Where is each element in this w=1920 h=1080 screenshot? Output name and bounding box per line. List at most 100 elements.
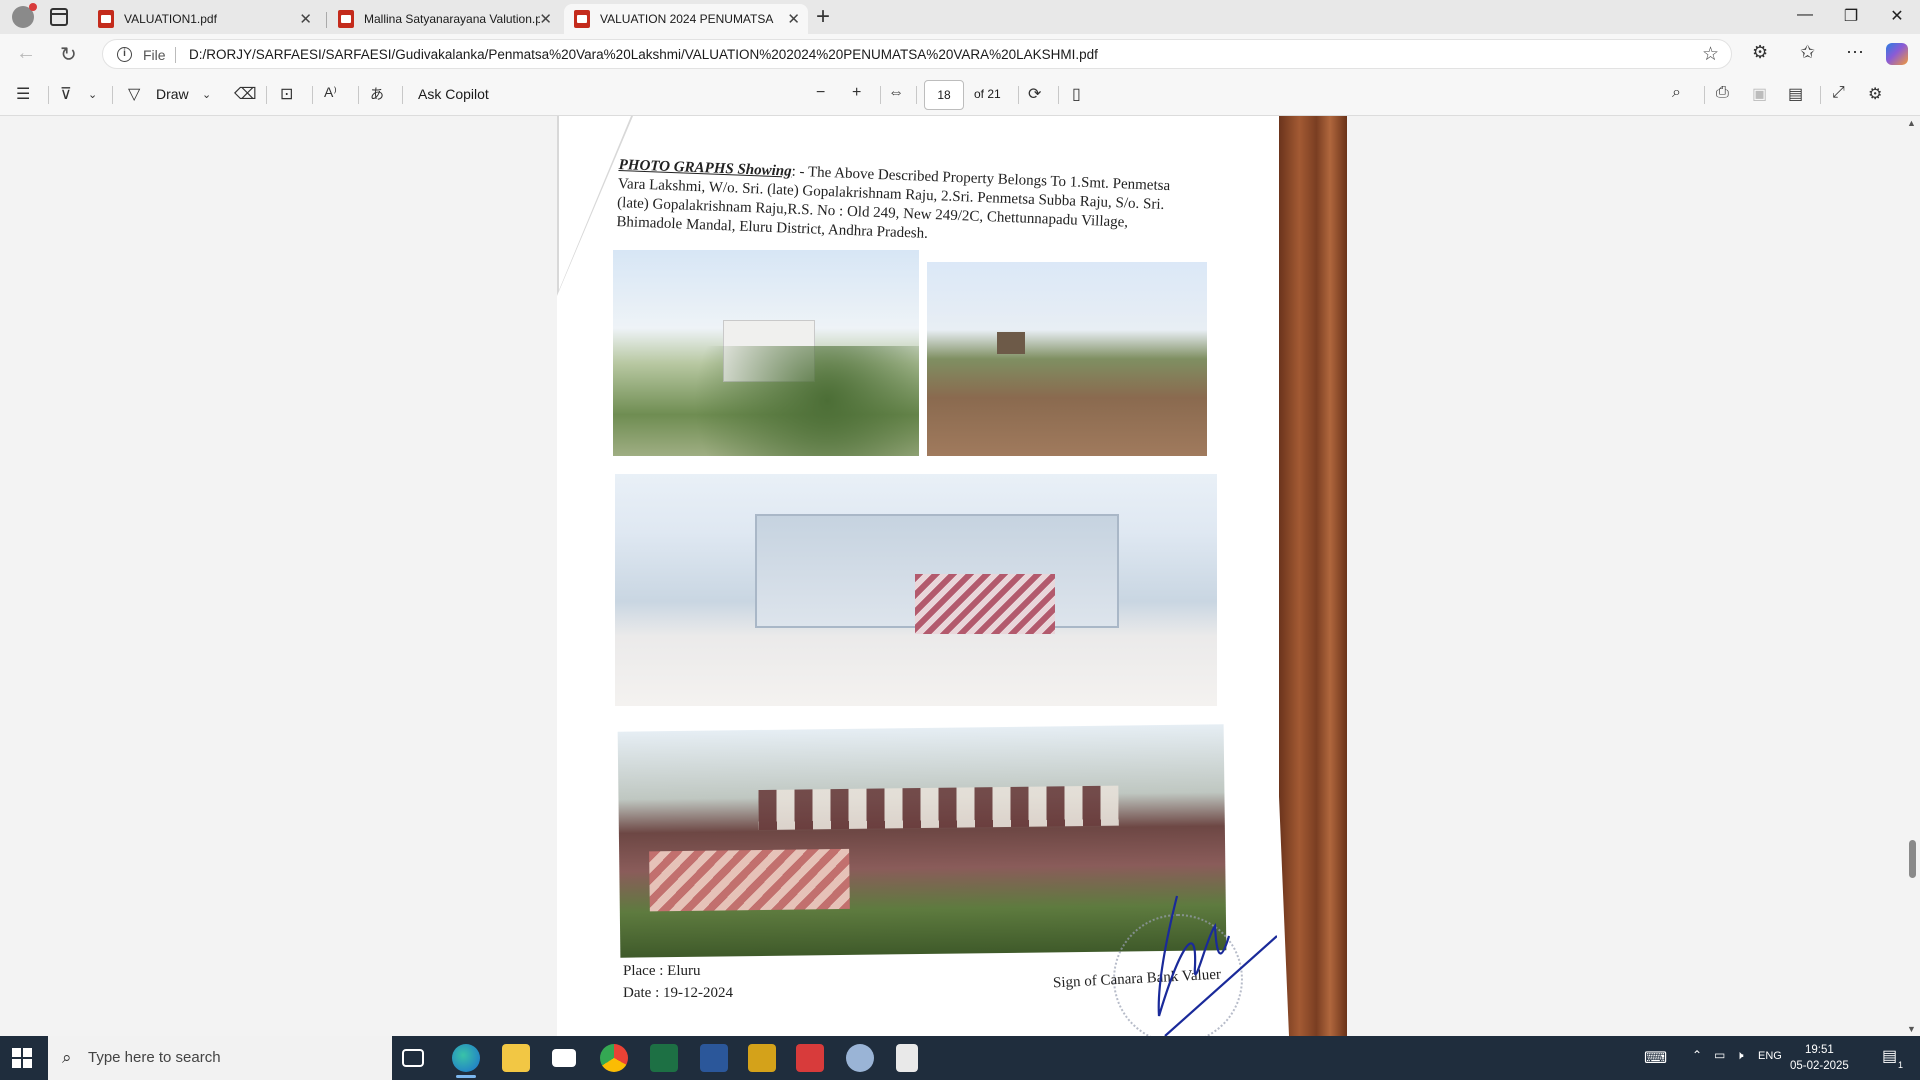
print-icon[interactable]: ⎙ [1716,84,1729,102]
toolbar-divider [1058,86,1059,104]
wood-background [1279,116,1347,1036]
zoom-in-icon[interactable]: + [852,84,861,102]
read-aloud-icon[interactable]: A⁾ [324,84,337,101]
property-photo-1 [613,250,919,456]
vertical-scrollbar[interactable]: ▲ ▼ [1904,116,1920,1036]
paint-app-icon[interactable] [846,1044,874,1072]
taskbar-search-box[interactable]: ⌕ Type here to search [48,1036,392,1080]
chevron-up-icon[interactable]: ⌃ [1692,1048,1702,1062]
pdf-file-icon [98,10,114,28]
search-icon: ⌕ [62,1048,72,1067]
file-explorer-icon[interactable] [502,1044,530,1072]
scroll-up-icon[interactable]: ▲ [1907,118,1916,128]
tab-mallina-valuation[interactable]: Mallina Satyanarayana Valution.pdf ✕ [328,4,560,34]
toolbar-divider [880,86,881,104]
calculator-icon[interactable] [896,1044,918,1072]
clock-time: 19:51 [1805,1044,1834,1056]
favorites-icon[interactable]: ✩ [1800,42,1815,63]
toolbar-divider [48,86,49,104]
taskbar-clock[interactable]: 19:51 05-02-2025 [1790,1042,1849,1074]
place-text: Place : Eluru [623,963,701,979]
valuer-signature [1157,895,1277,1036]
excel-icon[interactable] [650,1044,678,1072]
eraser-icon[interactable]: ⌫ [234,84,257,104]
edge-browser-icon[interactable] [452,1044,480,1078]
rotate-icon[interactable]: ⟳ [1028,84,1041,104]
pdf-viewer[interactable]: PHOTO GRAPHS Showing: - The Above Descri… [0,116,1920,1036]
network-icon[interactable]: ▭ [1714,1048,1725,1062]
url-text[interactable]: D:/RORJY/SARFAESI/SARFAESI/Gudivakalanka… [189,47,1098,62]
draw-button[interactable]: Draw [156,86,189,102]
scroll-thumb[interactable] [1909,840,1916,878]
close-window-icon[interactable]: ✕ [1874,6,1920,26]
tab-label: Mallina Satyanarayana Valution.pdf [364,12,540,26]
profile-icon[interactable] [12,3,37,28]
refresh-icon[interactable]: ↻ [60,42,77,67]
tab-strip: VALUATION1.pdf ✕ Mallina Satyanarayana V… [0,0,1920,34]
language-indicator[interactable]: ENG [1758,1050,1782,1062]
address-bar[interactable]: i File D:/RORJY/SARFAESI/SARFAESI/Gudiva… [102,39,1732,69]
translate-icon[interactable]: あ [370,84,384,104]
zoom-out-icon[interactable]: − [816,84,825,102]
toolbar-divider [1820,86,1821,104]
notification-count: 1 [1898,1060,1904,1070]
page-number-input[interactable]: 18 [924,80,964,110]
search-icon[interactable]: ⌕ [1672,84,1681,102]
tab-label: VALUATION 2024 PENUMATSA VARA LAKSHMI.pd… [600,12,776,26]
tab-valuation1[interactable]: VALUATION1.pdf ✕ [88,4,320,34]
keyboard-icon[interactable]: ⌨ [1644,1048,1667,1068]
pdf-reader-icon[interactable] [796,1044,824,1072]
settings-gear-icon[interactable]: ⚙ [1868,84,1882,104]
minimize-icon[interactable]: — [1782,6,1828,24]
fullscreen-icon[interactable]: ⤢ [1832,84,1845,102]
save-as-icon[interactable]: ▤ [1788,84,1803,104]
highlight-icon[interactable]: ⊽ [60,84,72,104]
property-photo-3 [615,474,1217,706]
photo-description: PHOTO GRAPHS Showing: - The Above Descri… [616,156,1179,253]
copilot-icon[interactable] [1886,43,1908,65]
back-icon[interactable]: ← [16,42,36,65]
volume-muted-icon[interactable]: 🕨 [1736,1048,1744,1063]
close-icon[interactable]: ✕ [539,10,552,28]
scheme-label: File [143,47,166,63]
mail-icon[interactable] [552,1049,576,1067]
pdf-toolbar: ☰ ⊽ ⌄ ▽ Draw ⌄ ⌫ ⊡ A⁾ あ Ask Copilot − + … [0,74,1920,116]
toolbar-divider [312,86,313,104]
extensions-icon[interactable]: ⚙ [1752,42,1768,63]
url-divider [175,47,176,63]
text-box-icon[interactable]: ⊡ [280,84,293,104]
word-icon[interactable] [700,1044,728,1072]
notification-icon[interactable]: ▤ [1882,1046,1897,1066]
info-icon[interactable]: i [117,47,132,62]
chevron-down-icon[interactable]: ⌄ [202,88,211,101]
close-icon[interactable]: ✕ [299,10,312,28]
more-options-icon[interactable]: ⋯ [1846,42,1864,63]
ask-copilot-button[interactable]: Ask Copilot [418,86,489,102]
contents-icon[interactable]: ☰ [16,84,30,104]
date-text: Date : 19-12-2024 [623,985,733,1001]
tab-divider [326,12,327,28]
page-view-icon[interactable]: ▯ [1072,84,1081,104]
restore-icon[interactable]: ❐ [1828,6,1874,26]
fit-page-icon[interactable]: ⇔ [888,84,904,102]
tab-actions-icon[interactable] [50,8,68,26]
task-view-icon[interactable] [402,1049,424,1067]
chrome-icon[interactable] [600,1044,628,1072]
pdf-file-icon [574,10,590,28]
scroll-down-icon[interactable]: ▼ [1907,1024,1916,1034]
windows-start-icon[interactable] [12,1048,32,1068]
tab-valuation-2024[interactable]: VALUATION 2024 PENUMATSA VARA LAKSHMI.pd… [564,4,808,34]
favorite-star-icon[interactable]: ☆ [1702,43,1719,66]
pdf-file-icon [338,10,354,28]
place-date-block: Place : Eluru Date : 19-12-2024 [623,960,733,1004]
address-row: ← ↻ i File D:/RORJY/SARFAESI/SARFAESI/Gu… [0,34,1920,74]
save-icon[interactable]: ▣ [1752,84,1767,104]
draw-icon[interactable]: ▽ [128,84,140,104]
toolbar-divider [916,86,917,104]
tally-app-icon[interactable] [748,1044,776,1072]
property-photo-4 [617,724,1227,958]
chevron-down-icon[interactable]: ⌄ [88,88,97,101]
close-icon[interactable]: ✕ [787,10,800,28]
search-placeholder: Type here to search [88,1049,221,1066]
new-tab-icon[interactable]: + [816,4,830,30]
